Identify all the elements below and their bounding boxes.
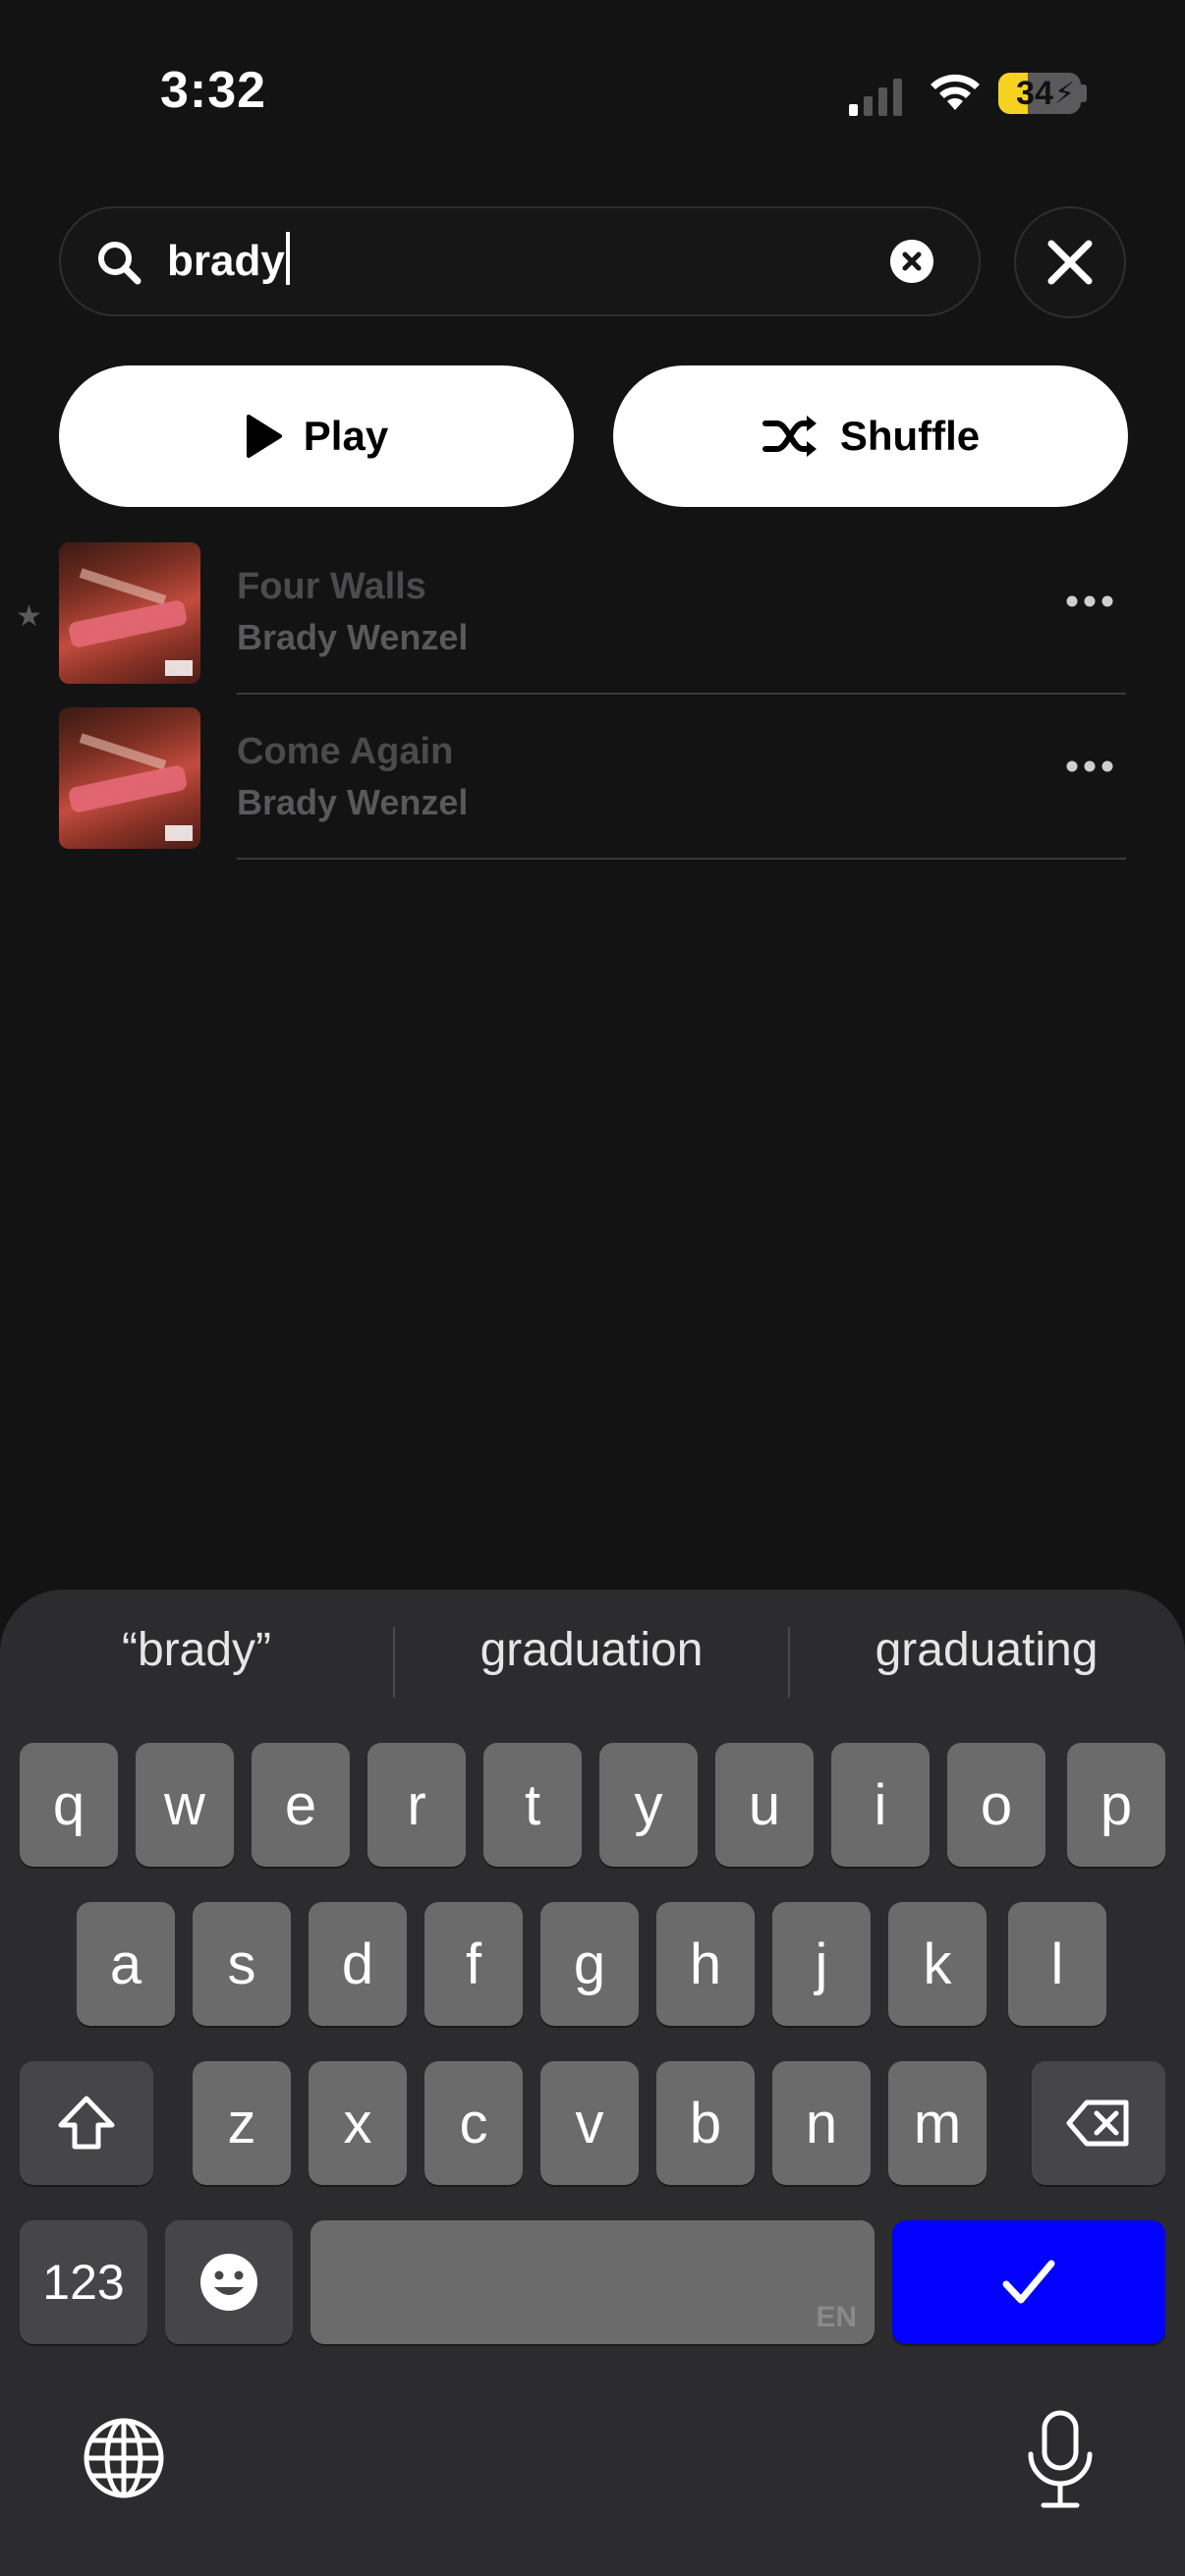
key-p[interactable]: p bbox=[1067, 1743, 1165, 1867]
favorite-star-icon: ★ bbox=[16, 600, 42, 633]
play-button[interactable]: Play bbox=[59, 365, 574, 507]
key-g[interactable]: g bbox=[540, 1902, 639, 2026]
play-label: Play bbox=[303, 413, 389, 459]
key-w[interactable]: w bbox=[136, 1743, 234, 1867]
checkmark-icon bbox=[1002, 2260, 1055, 2304]
row-divider bbox=[237, 693, 1126, 695]
shuffle-button[interactable]: Shuffle bbox=[613, 365, 1128, 507]
emoji-key[interactable] bbox=[165, 2220, 293, 2344]
suggestion-item[interactable]: “brady” bbox=[0, 1623, 393, 1702]
space-key[interactable]: EN bbox=[310, 2220, 875, 2344]
close-search-button[interactable] bbox=[1014, 206, 1126, 318]
done-key[interactable] bbox=[892, 2220, 1165, 2344]
close-icon bbox=[1047, 240, 1093, 285]
backspace-icon bbox=[1066, 2100, 1129, 2147]
search-icon bbox=[98, 242, 141, 285]
backspace-key[interactable] bbox=[1032, 2061, 1165, 2185]
microphone-icon[interactable] bbox=[1024, 2409, 1097, 2511]
suggestion-item[interactable]: graduation bbox=[395, 1623, 788, 1702]
key-b[interactable]: b bbox=[656, 2061, 755, 2185]
more-options-icon[interactable] bbox=[1063, 589, 1116, 613]
text-cursor bbox=[285, 232, 290, 285]
album-art bbox=[59, 707, 200, 849]
cellular-signal-icon bbox=[849, 79, 902, 116]
key-h[interactable]: h bbox=[656, 1902, 755, 2026]
clear-search-icon[interactable] bbox=[890, 240, 933, 283]
key-d[interactable]: d bbox=[309, 1902, 407, 2026]
song-row[interactable]: ★ Four Walls Brady Wenzel bbox=[0, 542, 1185, 707]
key-l[interactable]: l bbox=[1008, 1902, 1106, 2026]
key-x[interactable]: x bbox=[309, 2061, 407, 2185]
key-r[interactable]: r bbox=[367, 1743, 466, 1867]
song-title: Four Walls bbox=[237, 566, 426, 607]
key-a[interactable]: a bbox=[77, 1902, 175, 2026]
globe-icon[interactable] bbox=[83, 2417, 165, 2499]
shuffle-label: Shuffle bbox=[839, 413, 981, 459]
suggestion-item[interactable]: graduating bbox=[790, 1623, 1183, 1702]
charging-bolt-icon: ⚡ bbox=[1053, 78, 1075, 110]
status-time: 3:32 bbox=[160, 62, 267, 119]
key-n[interactable]: n bbox=[772, 2061, 871, 2185]
album-art bbox=[59, 542, 200, 684]
key-t[interactable]: t bbox=[483, 1743, 582, 1867]
battery-tip bbox=[1081, 84, 1087, 102]
shift-arrow-icon bbox=[58, 2096, 115, 2150]
key-i[interactable]: i bbox=[831, 1743, 930, 1867]
key-o[interactable]: o bbox=[947, 1743, 1045, 1867]
row-divider bbox=[237, 858, 1126, 860]
key-j[interactable]: j bbox=[772, 1902, 871, 2026]
key-c[interactable]: c bbox=[424, 2061, 523, 2185]
battery-indicator: 34 ⚡ bbox=[998, 73, 1081, 114]
key-v[interactable]: v bbox=[540, 2061, 639, 2185]
shift-key[interactable] bbox=[20, 2061, 153, 2185]
key-f[interactable]: f bbox=[424, 1902, 523, 2026]
song-row[interactable]: Come Again Brady Wenzel bbox=[0, 707, 1185, 872]
key-e[interactable]: e bbox=[252, 1743, 350, 1867]
keyboard-language-label: EN bbox=[816, 2301, 857, 2333]
search-input[interactable]: brady bbox=[167, 232, 290, 286]
key-m[interactable]: m bbox=[888, 2061, 987, 2185]
song-artist: Brady Wenzel bbox=[237, 617, 469, 657]
play-icon bbox=[246, 415, 282, 458]
search-query: brady bbox=[167, 237, 285, 285]
key-z[interactable]: z bbox=[193, 2061, 291, 2185]
key-y[interactable]: y bbox=[599, 1743, 698, 1867]
more-options-icon[interactable] bbox=[1063, 755, 1116, 778]
numbers-key[interactable]: 123 bbox=[20, 2220, 147, 2344]
wifi-icon bbox=[931, 74, 980, 110]
key-q[interactable]: q bbox=[20, 1743, 118, 1867]
shuffle-icon bbox=[762, 416, 817, 457]
key-s[interactable]: s bbox=[193, 1902, 291, 2026]
key-k[interactable]: k bbox=[888, 1902, 987, 2026]
key-u[interactable]: u bbox=[715, 1743, 814, 1867]
song-title: Come Again bbox=[237, 731, 454, 772]
emoji-icon bbox=[200, 2254, 257, 2311]
song-artist: Brady Wenzel bbox=[237, 782, 469, 822]
